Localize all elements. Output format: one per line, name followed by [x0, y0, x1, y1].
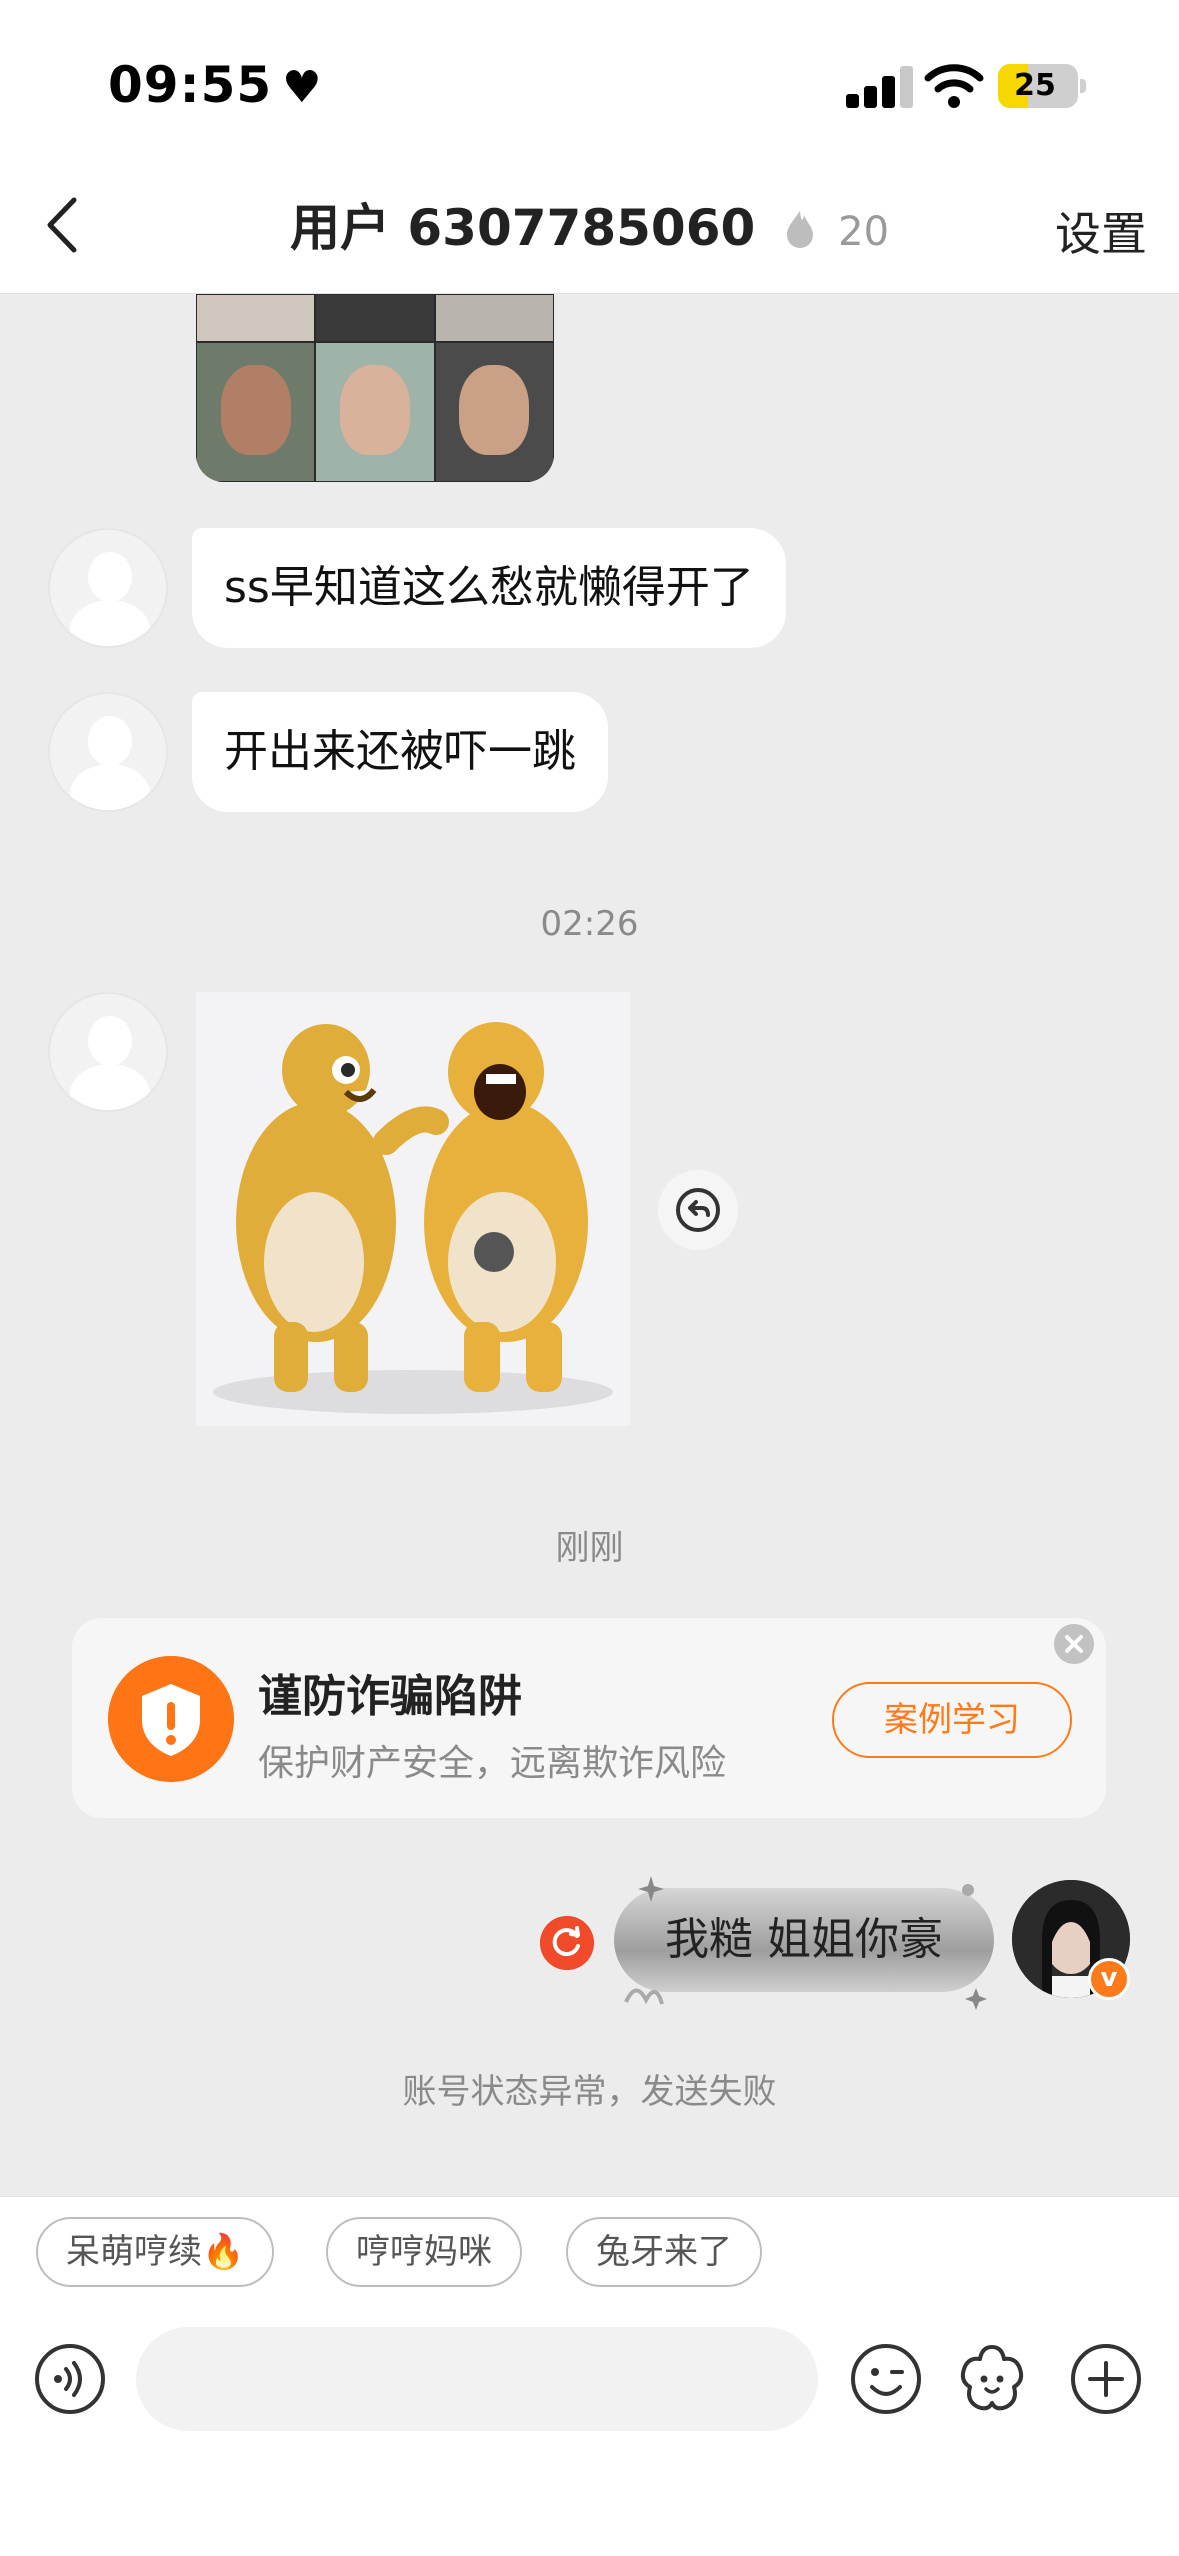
shield-icon [108, 1656, 234, 1782]
voice-icon[interactable] [32, 2341, 108, 2417]
spark-icon [786, 211, 813, 248]
photo-message[interactable] [196, 294, 554, 482]
quick-reply-chip[interactable]: 哼哼妈咪 [326, 2217, 522, 2287]
input-panel: 呆萌哼续🔥 哼哼妈咪 兔牙来了 [0, 2196, 1179, 2556]
wifi-icon [924, 64, 984, 108]
sender-avatar[interactable] [48, 692, 168, 812]
message-input[interactable] [136, 2327, 818, 2431]
quick-reply-chip[interactable]: 兔牙来了 [566, 2217, 762, 2287]
status-time: 09:55 ♥ [108, 56, 323, 114]
settings-button[interactable]: 设置 [1055, 198, 1147, 264]
verified-badge: v [1088, 1958, 1130, 2000]
input-row [0, 2327, 1179, 2447]
chat-partner-name: 用户 6307785060 [289, 199, 756, 257]
quick-reply-chip[interactable]: 呆萌哼续🔥 [36, 2217, 275, 2287]
sticker-icon[interactable] [954, 2341, 1030, 2417]
emoji-icon[interactable] [848, 2341, 924, 2417]
sticker-message[interactable] [196, 992, 630, 1426]
plus-icon[interactable] [1068, 2341, 1144, 2417]
status-bar: 09:55 ♥ 25 [0, 0, 1179, 170]
sender-avatar[interactable] [48, 528, 168, 648]
nav-bar: 用户 6307785060 20 设置 [0, 170, 1179, 294]
sender-avatar[interactable] [48, 992, 168, 1112]
send-failed-note: 账号状态异常，发送失败 [402, 2072, 777, 2112]
message-bubble[interactable]: 开出来还被吓一跳 [192, 692, 608, 812]
message-bubble[interactable]: ss早知道这么愁就懒得开了 [192, 528, 786, 648]
time-divider: 刚刚 [555, 1528, 624, 1568]
fraud-warning-card: 谨防诈骗陷阱 保护财产安全，远离欺诈风险 案例学习 [72, 1618, 1106, 1818]
case-study-button[interactable]: 案例学习 [832, 1682, 1072, 1758]
time-divider: 02:26 [540, 904, 639, 944]
bubble-decoration [624, 1876, 987, 2010]
page-title: 用户 6307785060 20 [0, 188, 1179, 260]
retry-icon[interactable] [540, 1916, 594, 1970]
spark-count: 20 [838, 209, 890, 255]
fraud-title: 谨防诈骗陷阱 [258, 1671, 522, 1722]
recall-icon[interactable] [658, 1170, 738, 1250]
signal-icon [846, 64, 916, 108]
fraud-subtitle: 保护财产安全，远离欺诈风险 [258, 1743, 727, 1784]
close-icon[interactable] [1054, 1624, 1094, 1664]
battery-indicator: 25 [998, 64, 1086, 108]
heart-icon: ♥ [282, 62, 323, 113]
